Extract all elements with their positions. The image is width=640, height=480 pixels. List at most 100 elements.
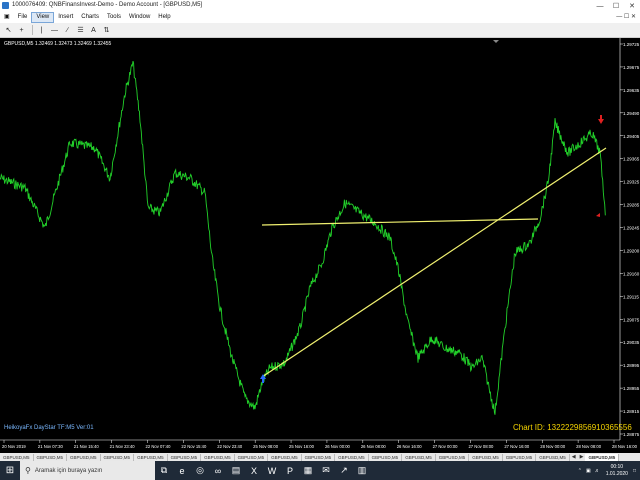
- file-explorer-icon[interactable]: ▤: [227, 461, 245, 480]
- time-label: 28 Nov 08:00: [576, 444, 602, 449]
- chart-tab[interactable]: GBPUSD,M5: [101, 453, 135, 461]
- exit-marker-icon: [596, 213, 600, 217]
- word-icon[interactable]: W: [263, 461, 281, 480]
- symbol-info: GBPUSD,M5 1.32469 1.32473 1.32469 1.3245…: [4, 41, 112, 47]
- chart-tabs: GBPUSD,M5 GBPUSD,M5 GBPUSD,M5 GBPUSD,M5 GBPU…: [0, 453, 640, 461]
- chart-tab[interactable]: GBPUSD,M5: [268, 453, 302, 461]
- chart-tab[interactable]: GBPUSD,M5: [0, 453, 34, 461]
- chart-tab[interactable]: GBPUSD,M5: [536, 453, 570, 461]
- time-label: 27 Nov 16:00: [504, 444, 530, 449]
- clock[interactable]: 00:10 1.01.2020: [606, 464, 628, 478]
- menu-tools[interactable]: Tools: [103, 13, 125, 22]
- horizontal-line-icon[interactable]: —: [49, 25, 60, 36]
- price-label: 1.28995: [623, 363, 640, 368]
- search-placeholder: Aramak için buraya yazın: [34, 467, 103, 474]
- menu-view[interactable]: View: [31, 12, 55, 23]
- crosshair-icon[interactable]: +: [16, 25, 27, 36]
- tab-scroll-left-icon[interactable]: ◀: [570, 454, 578, 460]
- price-label: 1.29635: [623, 88, 640, 93]
- price-label: 1.29490: [623, 111, 640, 116]
- minimize-icon[interactable]: —: [592, 0, 608, 12]
- menu-help[interactable]: Help: [154, 13, 174, 22]
- menu-window[interactable]: Window: [125, 13, 154, 22]
- tab-scroll-right-icon[interactable]: ▶: [578, 454, 586, 460]
- chart-tab[interactable]: GBPUSD,M5: [134, 453, 168, 461]
- chart-tab[interactable]: GBPUSD,M5: [503, 453, 537, 461]
- taskbar-apps: ⧉ e ◎ ∞ ▤ X W P ▦ ✉ ↗ ▥: [155, 461, 371, 480]
- price-label: 1.29115: [623, 294, 639, 299]
- cursor-icon[interactable]: ↖: [3, 25, 14, 36]
- price-label: 1.29200: [623, 248, 640, 253]
- time-label: 27 Nov 00:00: [433, 444, 459, 449]
- horizontal-trendline: [261, 218, 539, 226]
- time-label: 28 Nov 16:00: [612, 444, 638, 449]
- menu-bar: ▣ File View Insert Charts Tools Window Help — ☐…: [0, 12, 640, 23]
- chart-tab[interactable]: GBPUSD,M5: [302, 453, 336, 461]
- time-label: 21 Nov 15:40: [74, 444, 100, 449]
- mdi-controls[interactable]: — ☐ ✕: [616, 13, 636, 20]
- metatrader-icon[interactable]: ↗: [335, 461, 353, 480]
- time-label: 21 Nov 23:40: [110, 444, 136, 449]
- toolbar: ↖ + | — ∕ ☰ A ⇅: [0, 23, 640, 38]
- menu-file[interactable]: File: [14, 13, 32, 22]
- notifications-icon[interactable]: □: [633, 468, 636, 474]
- time-label: 22 Nov 23:40: [217, 444, 243, 449]
- time-label: 20 Nov 2019: [2, 444, 26, 449]
- time-label: 21 Nov 07:30: [38, 444, 64, 449]
- menu-charts[interactable]: Charts: [77, 13, 103, 22]
- search-icon: ⚲: [25, 466, 31, 475]
- chart-tab[interactable]: GBPUSD,M5: [402, 453, 436, 461]
- indicator-label: HeikoyaFx DayStar TF:M5 Ver:01: [4, 425, 94, 431]
- chart-tab-active[interactable]: GBPUSD,M5: [585, 453, 620, 461]
- chart-tab[interactable]: GBPUSD,M5: [369, 453, 403, 461]
- price-label: 1.29285: [623, 203, 640, 208]
- price-label: 1.29075: [623, 317, 640, 322]
- price-chart[interactable]: 1.29725 1.29675 1.29635 1.29490 1.29405 1.293…: [0, 38, 640, 453]
- price-label: 1.29160: [623, 271, 640, 276]
- price-label: 1.29725: [623, 42, 640, 47]
- app-icon: [2, 2, 9, 9]
- windows-start-icon[interactable]: ⊞: [0, 461, 20, 480]
- price-label: 1.29035: [623, 340, 640, 345]
- text-icon[interactable]: A: [88, 25, 99, 36]
- edge-icon[interactable]: e: [173, 461, 191, 480]
- trendline-icon[interactable]: ∕: [62, 25, 73, 36]
- price-label: 1.29405: [623, 134, 640, 139]
- chart-tab[interactable]: GBPUSD,M5: [235, 453, 269, 461]
- menu-insert[interactable]: Insert: [54, 13, 77, 22]
- price-label: 1.28915: [623, 409, 640, 414]
- task-view-icon[interactable]: ⧉: [155, 461, 173, 480]
- chevron-up-icon[interactable]: ⌃: [578, 468, 582, 474]
- chart-tab[interactable]: GBPUSD,M5: [168, 453, 202, 461]
- time-label: 26 Nov 16:00: [397, 444, 423, 449]
- time-label: 25 Nov 16:00: [289, 444, 315, 449]
- chrome-icon[interactable]: ◎: [191, 461, 209, 480]
- clock-date: 1.01.2020: [605, 470, 628, 477]
- excel-icon[interactable]: X: [245, 461, 263, 480]
- chart-tab[interactable]: GBPUSD,M5: [34, 453, 68, 461]
- channel-icon[interactable]: ☰: [75, 25, 86, 36]
- menu-chart-icon: ▣: [4, 14, 10, 20]
- folder-icon[interactable]: ▥: [353, 461, 371, 480]
- chart-tab[interactable]: GBPUSD,M5: [335, 453, 369, 461]
- network-icon[interactable]: ▣: [586, 468, 591, 474]
- maximize-icon[interactable]: ☐: [608, 0, 624, 12]
- vertical-line-icon[interactable]: |: [36, 25, 47, 36]
- clock-time: 00:10: [610, 463, 624, 470]
- visual-studio-icon[interactable]: ∞: [209, 461, 227, 480]
- mail-icon[interactable]: ✉: [317, 461, 335, 480]
- price-label: 1.29245: [623, 226, 640, 231]
- volume-icon[interactable]: ♬: [595, 468, 600, 474]
- powerpoint-icon[interactable]: P: [281, 461, 299, 480]
- taskbar-search[interactable]: ⚲ Aramak için buraya yazın: [20, 461, 155, 480]
- chart-tab[interactable]: GBPUSD,M5: [469, 453, 503, 461]
- arrows-icon[interactable]: ⇅: [101, 25, 112, 36]
- chart-tab[interactable]: GBPUSD,M5: [436, 453, 470, 461]
- store-icon[interactable]: ▦: [299, 461, 317, 480]
- chart-canvas: 1.29725 1.29675 1.29635 1.29490 1.29405 1.293…: [0, 38, 640, 449]
- chart-tab[interactable]: GBPUSD,M5: [67, 453, 101, 461]
- chart-tab[interactable]: GBPUSD,M5: [201, 453, 235, 461]
- window-title: 1000076409: QNBFinansInvest-Demo - Demo …: [12, 2, 203, 8]
- price-series: [0, 60, 606, 415]
- close-icon[interactable]: ✕: [624, 0, 640, 12]
